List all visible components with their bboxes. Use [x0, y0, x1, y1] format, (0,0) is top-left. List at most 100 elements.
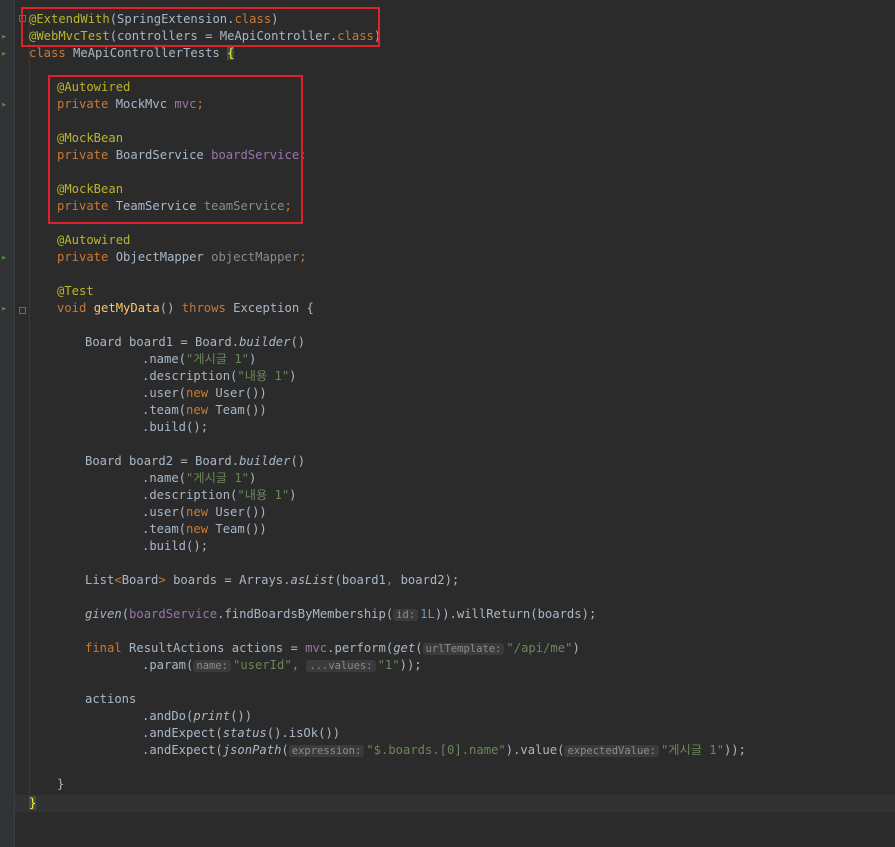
code-token: .andExpect(: [142, 726, 223, 740]
indent-guide: [29, 10, 30, 810]
bean-icon[interactable]: ➤: [1, 34, 10, 43]
code-token: (): [159, 301, 182, 315]
code-token: (board1: [334, 573, 386, 587]
code-token: ): [572, 641, 580, 655]
code-token: (): [290, 454, 306, 468]
code-token: builder: [239, 335, 291, 349]
code-token: ));: [399, 658, 422, 672]
code-line[interactable]: .param(name: "userId", ...values: "1"));: [142, 657, 422, 674]
parameter-hint: name:: [193, 660, 231, 672]
code-token: .team(: [142, 522, 187, 536]
code-token: class: [29, 46, 66, 60]
code-token: .build();: [142, 539, 209, 553]
parameter-hint: urlTemplate:: [422, 643, 505, 655]
code-token: .description(: [142, 369, 238, 383]
code-token: ObjectMapper: [108, 250, 212, 264]
code-token: ()): [230, 709, 253, 723]
code-token: Board board2 = Board.: [85, 454, 240, 468]
code-line[interactable]: }: [57, 776, 64, 793]
code-line[interactable]: .andExpect(jsonPath(expression: "$.boards…: [142, 742, 746, 759]
code-token: builder: [239, 454, 291, 468]
code-line[interactable]: Board board2 = Board.builder(): [85, 453, 305, 470]
code-token: ): [249, 471, 257, 485]
autowire-icon[interactable]: ➤: [1, 255, 10, 264]
code-token: new: [186, 505, 209, 519]
code-token: "1": [377, 658, 400, 672]
editor-gutter: [0, 0, 14, 847]
code-line[interactable]: actions: [85, 691, 136, 708]
code-token: Team()): [208, 522, 267, 536]
code-token: asList: [290, 573, 335, 587]
code-token: (: [281, 743, 289, 757]
code-token: "내용 1": [237, 488, 290, 502]
code-line[interactable]: .user(new User()): [142, 504, 267, 521]
code-token: objectMapper: [211, 250, 300, 264]
code-line[interactable]: .build();: [142, 538, 208, 555]
run-test-icon[interactable]: ➤: [1, 306, 10, 315]
code-line[interactable]: .team(new Team()): [142, 521, 267, 538]
code-line[interactable]: .andExpect(status().isOk()): [142, 725, 340, 742]
code-token: .user(: [142, 505, 187, 519]
code-token: >: [158, 573, 166, 587]
code-token: new: [186, 522, 209, 536]
code-token: MeApiControllerTests: [65, 46, 228, 60]
gutter-separator: [14, 0, 15, 847]
code-line[interactable]: void getMyData() throws Exception {: [57, 300, 314, 317]
fold-marker-icon[interactable]: [19, 307, 26, 314]
code-token: ResultActions actions =: [121, 641, 306, 655]
code-token: (: [415, 641, 423, 655]
code-token: Exception {: [225, 301, 314, 315]
code-line[interactable]: final ResultActions actions = mvc.perfor…: [85, 640, 580, 657]
code-line[interactable]: .andDo(print()): [142, 708, 252, 725]
code-token: .team(: [142, 403, 187, 417]
code-token: mvc: [305, 641, 328, 655]
code-line[interactable]: .team(new Team()): [142, 402, 267, 419]
code-token: List: [85, 573, 115, 587]
code-line[interactable]: given(boardService.findBoardsByMembershi…: [85, 606, 596, 623]
code-token: "userId": [232, 658, 292, 672]
code-token: ): [289, 369, 297, 383]
code-line[interactable]: .user(new User()): [142, 385, 267, 402]
parameter-hint: expression:: [288, 745, 365, 757]
code-token: getMyData: [93, 301, 160, 315]
highlight-box: [48, 75, 303, 224]
code-token: final: [85, 641, 122, 655]
code-token: ).value(: [505, 743, 565, 757]
code-token: "/api/me": [506, 641, 573, 655]
code-token: "$.boards.[0].name": [366, 743, 506, 757]
autowire-icon[interactable]: ➤: [1, 102, 10, 111]
code-token: .andDo(: [142, 709, 194, 723]
code-line[interactable]: .build();: [142, 419, 208, 436]
code-line[interactable]: @Test: [57, 283, 94, 300]
code-line[interactable]: .name("게시글 1"): [142, 351, 256, 368]
code-line[interactable]: .description("내용 1"): [142, 368, 297, 385]
code-line[interactable]: class MeApiControllerTests {: [29, 45, 235, 62]
code-token: ): [249, 352, 257, 366]
code-token: @Autowired: [57, 233, 131, 247]
code-token: .andExpect(: [142, 743, 223, 757]
code-line[interactable]: private ObjectMapper objectMapper;: [57, 249, 307, 266]
parameter-hint: id:: [393, 609, 419, 621]
code-token: .param(: [142, 658, 194, 672]
highlight-box: [21, 7, 380, 47]
code-token: }: [29, 796, 37, 810]
code-line[interactable]: Board board1 = Board.builder(): [85, 334, 305, 351]
code-line[interactable]: .name("게시글 1"): [142, 470, 256, 487]
code-token: "게시글 1": [186, 352, 250, 366]
code-line[interactable]: List<Board> boards = Arrays.asList(board…: [85, 572, 459, 589]
code-token: "게시글 1": [186, 471, 250, 485]
run-test-icon[interactable]: ➤: [1, 51, 10, 60]
code-token: get: [393, 641, 416, 655]
code-token: .user(: [142, 386, 187, 400]
code-token: given: [85, 607, 122, 621]
code-line[interactable]: @Autowired: [57, 232, 130, 249]
code-token: "게시글 1": [660, 743, 724, 757]
code-token: .perform(: [327, 641, 394, 655]
code-line[interactable]: }: [29, 795, 37, 812]
parameter-hint: ...values:: [306, 660, 376, 672]
code-token: User()): [208, 505, 267, 519]
code-token: ));: [723, 743, 746, 757]
code-line[interactable]: .description("내용 1"): [142, 487, 297, 504]
code-token: <: [114, 573, 122, 587]
code-token: @Test: [57, 284, 94, 298]
